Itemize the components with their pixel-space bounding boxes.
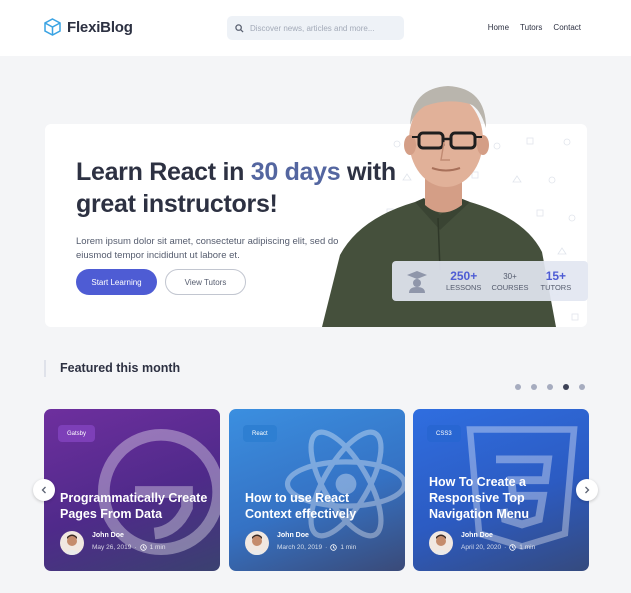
carousel-dot[interactable] bbox=[531, 384, 537, 390]
carousel-dot[interactable] bbox=[563, 384, 569, 390]
avatar bbox=[60, 531, 84, 555]
stat-lessons: 250+ LESSONS bbox=[446, 268, 482, 293]
search-placeholder: Discover news, articles and more... bbox=[250, 23, 375, 33]
main-nav: Home Tutors Contact bbox=[488, 23, 581, 32]
post-card[interactable]: React How to use React Context effective… bbox=[229, 409, 405, 571]
stat-tutors-label: TUTORS bbox=[540, 282, 572, 292]
hero-description: Lorem ipsum dolor sit amet, consectetur … bbox=[76, 236, 339, 261]
card-tag[interactable]: Gatsby bbox=[58, 425, 96, 442]
hero-stats: 250+ LESSONS 30+ COURSES 15+ TUTORS bbox=[392, 261, 588, 301]
graduate-icon bbox=[407, 271, 427, 293]
stat-lessons-label: LESSONS bbox=[446, 282, 482, 292]
card-title[interactable]: How To Create a Responsive Top Navigatio… bbox=[429, 474, 579, 522]
clock-icon bbox=[139, 544, 147, 551]
stat-lessons-value: 250+ bbox=[450, 268, 478, 283]
avatar bbox=[429, 531, 453, 555]
meta-separator: · bbox=[325, 544, 328, 551]
cube-icon bbox=[44, 18, 61, 36]
card-tag[interactable]: React bbox=[243, 425, 277, 442]
post-card[interactable]: Gatsby Programmatically Create Pages Fro… bbox=[44, 409, 220, 571]
stat-courses-label: COURSES bbox=[491, 282, 529, 292]
carousel-dots bbox=[515, 384, 585, 390]
chevron-right-icon bbox=[585, 486, 590, 494]
brand-name: FlexiBlog bbox=[67, 18, 133, 36]
card-date: May 26, 2019 bbox=[92, 544, 132, 551]
stat-tutors: 15+ TUTORS bbox=[540, 268, 572, 293]
meta-separator: · bbox=[134, 544, 137, 551]
react-logo-icon bbox=[284, 429, 405, 539]
header: FlexiBlog Discover news, articles and mo… bbox=[0, 0, 631, 56]
card-meta: May 26, 2019 · 1 min bbox=[92, 544, 165, 551]
start-learning-button[interactable]: Start Learning bbox=[76, 269, 157, 295]
card-author[interactable]: John Doe bbox=[92, 532, 124, 539]
card-read-time: 1 min bbox=[340, 544, 357, 551]
card-read-time: 1 min bbox=[149, 544, 166, 551]
card-meta: March 20, 2019 · 1 min bbox=[277, 544, 356, 551]
carousel-next-button[interactable] bbox=[576, 479, 598, 501]
chevron-left-icon bbox=[41, 486, 46, 494]
view-tutors-button[interactable]: View Tutors bbox=[165, 269, 246, 295]
hero-title-start: Learn React in bbox=[76, 158, 251, 186]
carousel-dot[interactable] bbox=[515, 384, 521, 390]
search-input[interactable]: Discover news, articles and more... bbox=[227, 16, 404, 40]
search-icon bbox=[235, 23, 244, 33]
nav-tutors[interactable]: Tutors bbox=[520, 23, 542, 32]
card-author[interactable]: John Doe bbox=[461, 532, 493, 539]
card-title[interactable]: How to use React Context effectively bbox=[245, 490, 395, 522]
card-tag[interactable]: CSS3 bbox=[427, 425, 461, 442]
card-author[interactable]: John Doe bbox=[277, 532, 309, 539]
avatar bbox=[245, 531, 269, 555]
stat-courses-value: 30+ bbox=[503, 271, 517, 281]
stat-courses: 30+ COURSES bbox=[491, 270, 528, 293]
post-card[interactable]: CSS3 How To Create a Responsive Top Navi… bbox=[413, 409, 589, 571]
nav-contact[interactable]: Contact bbox=[553, 23, 581, 32]
carousel-prev-button[interactable] bbox=[33, 479, 55, 501]
nav-home[interactable]: Home bbox=[488, 23, 509, 32]
brand-logo[interactable]: FlexiBlog bbox=[44, 18, 133, 36]
card-read-time: 1 min bbox=[519, 544, 536, 551]
clock-icon bbox=[509, 544, 516, 551]
section-divider bbox=[44, 360, 46, 377]
card-date: April 20, 2020 bbox=[461, 544, 502, 551]
card-meta: April 20, 2020 · 1 min bbox=[461, 544, 535, 551]
carousel-dot[interactable] bbox=[547, 384, 553, 390]
meta-separator: · bbox=[504, 544, 507, 551]
carousel-dot[interactable] bbox=[579, 384, 585, 390]
featured-heading: Featured this month bbox=[60, 361, 181, 375]
card-title[interactable]: Programmatically Create Pages From Data bbox=[60, 490, 210, 522]
card-date: March 20, 2019 bbox=[277, 544, 323, 551]
clock-icon bbox=[330, 544, 338, 551]
stat-tutors-value: 15+ bbox=[545, 268, 567, 283]
